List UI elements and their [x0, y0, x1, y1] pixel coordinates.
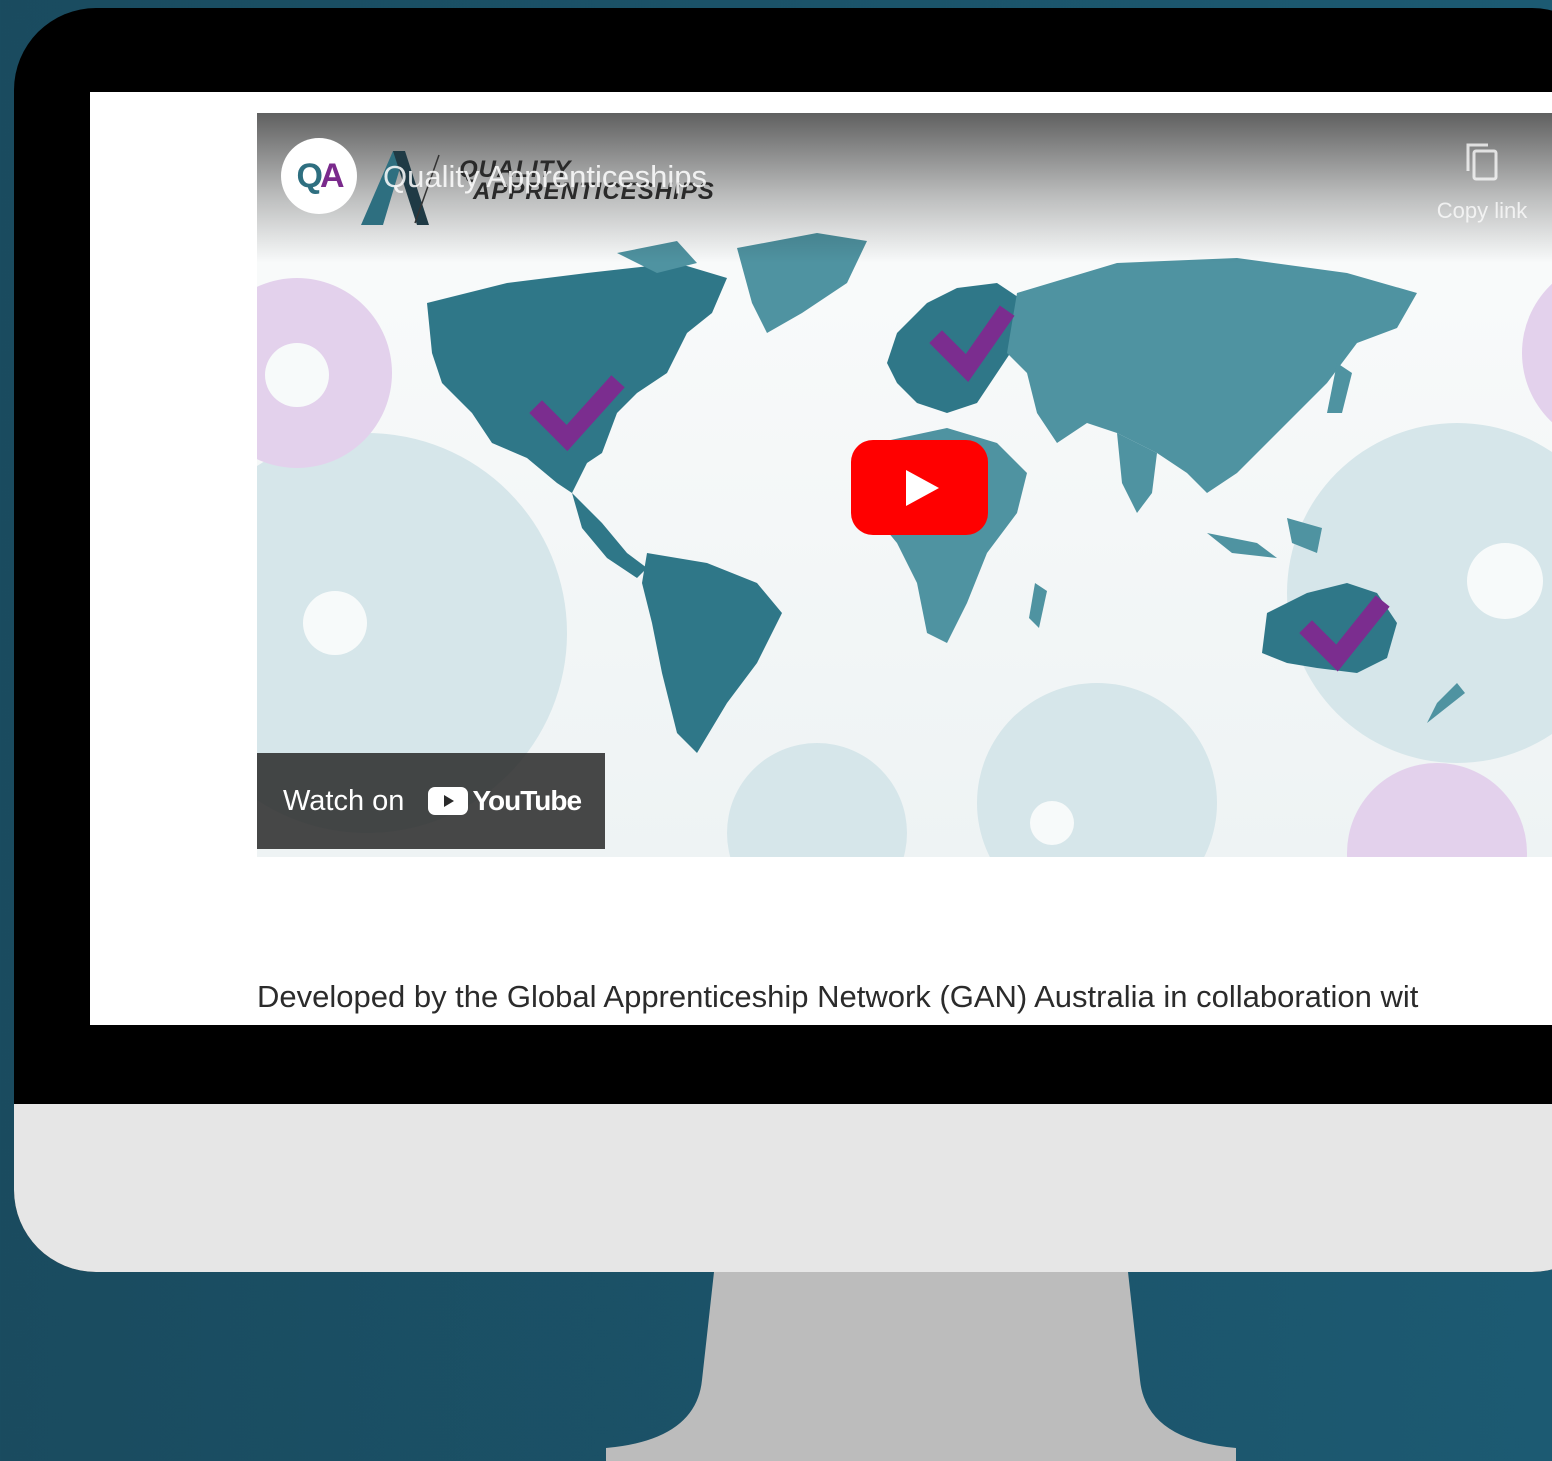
- monitor-frame: QA QUALITY APPRENTICESHIPS Quality Appre…: [14, 8, 1552, 1272]
- video-caption: Developed by the Global Apprenticeship N…: [257, 979, 1419, 1014]
- youtube-embed-player[interactable]: QA QUALITY APPRENTICESHIPS Quality Appre…: [257, 113, 1552, 857]
- monitor-chin: [14, 1104, 1552, 1272]
- avatar-letter-q: Q: [296, 156, 323, 195]
- video-title[interactable]: Quality Apprenticeships: [383, 159, 707, 195]
- watch-on-youtube-button[interactable]: Watch on YouTube: [257, 753, 605, 849]
- channel-avatar[interactable]: QA: [281, 138, 357, 214]
- youtube-label: YouTube: [472, 785, 582, 816]
- youtube-play-icon: [428, 787, 469, 815]
- youtube-logo: YouTube: [428, 785, 582, 817]
- avatar-letter-a: A: [319, 156, 345, 195]
- copy-icon: [1466, 143, 1498, 181]
- copy-link-button[interactable]: Copy link: [1417, 139, 1547, 224]
- copy-link-label: Copy link: [1436, 198, 1528, 223]
- watch-on-label: Watch on: [283, 784, 405, 817]
- play-button[interactable]: [851, 440, 988, 535]
- screen: QA QUALITY APPRENTICESHIPS Quality Appre…: [90, 92, 1552, 1025]
